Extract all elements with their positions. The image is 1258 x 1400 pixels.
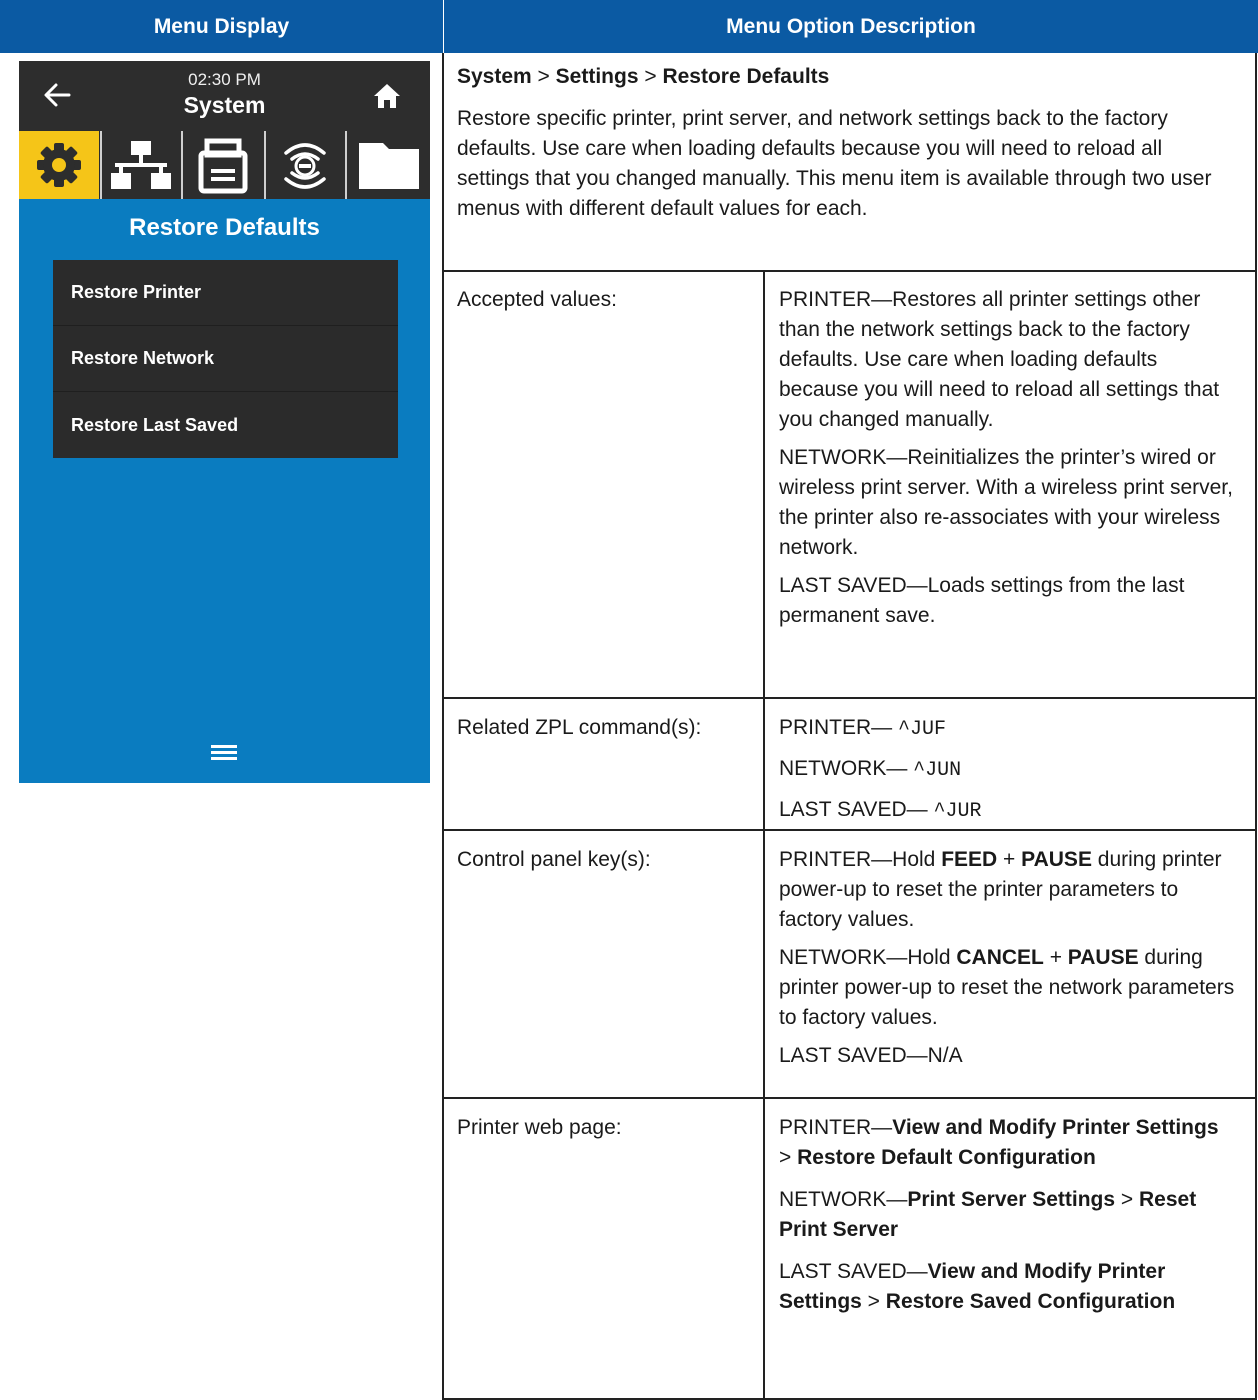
- path-separator: >: [779, 1146, 798, 1169]
- row-divider: [443, 270, 1257, 272]
- zpl-last-saved-label: LAST SAVED—: [779, 798, 934, 821]
- web-view-modify-printer-settings: View and Modify Printer Settings: [892, 1116, 1219, 1139]
- menu-item-restore-last-saved[interactable]: Restore Last Saved: [53, 392, 398, 458]
- display-title: System: [183, 92, 266, 118]
- control-panel-keys-cell: PRINTER—Hold FEED + PAUSE during printer…: [779, 845, 1241, 1071]
- network-icon: [111, 141, 171, 189]
- key-pause: PAUSE: [1021, 848, 1092, 871]
- keys-network-text: NETWORK—Hold: [779, 946, 957, 969]
- path-separator: >: [861, 1290, 886, 1313]
- keys-printer: PRINTER—Hold FEED + PAUSE during printer…: [779, 845, 1241, 935]
- path-separator: >: [638, 65, 663, 88]
- printer-web-page-cell: PRINTER—View and Modify Printer Settings…: [779, 1113, 1219, 1317]
- column-divider: [442, 53, 444, 1400]
- accepted-last-saved: LAST SAVED—Loads settings from the last …: [779, 574, 1185, 627]
- display-time: 02:30 PM: [188, 70, 261, 89]
- related-zpl-cell: PRINTER— ^JUF NETWORK— ^JUN LAST SAVED— …: [779, 713, 1241, 827]
- row-divider: [443, 829, 1257, 831]
- zpl-last-saved: LAST SAVED— ^JUR: [779, 795, 1241, 827]
- menu-path: System > Settings > Restore Defaults: [457, 62, 1247, 92]
- inner-column-divider: [763, 270, 765, 1400]
- category-icon-bar: [19, 131, 430, 199]
- path-system: System: [457, 65, 532, 88]
- accepted-printer: PRINTER—Restores all printer settings ot…: [779, 288, 1220, 431]
- keys-printer-text: PRINTER—Hold: [779, 848, 942, 871]
- control-panel-keys-label: Control panel key(s):: [457, 848, 651, 871]
- accepted-values-label: Accepted values:: [457, 288, 617, 311]
- menu-option-description-header: Menu Option Description: [444, 0, 1258, 53]
- web-last-saved: LAST SAVED—View and Modify Printer Setti…: [779, 1257, 1219, 1317]
- menu-item-restore-network[interactable]: Restore Network: [53, 326, 398, 392]
- display-top-bar: 02:30 PM System: [19, 61, 430, 131]
- zpl-network-command: ^JUN: [913, 759, 962, 782]
- home-icon[interactable]: [371, 80, 403, 112]
- path-separator: >: [1115, 1188, 1139, 1211]
- row-divider: [443, 697, 1257, 699]
- tab-settings[interactable]: [19, 131, 99, 199]
- key-pause: PAUSE: [1067, 946, 1139, 969]
- zpl-last-saved-command: ^JUR: [933, 800, 982, 823]
- key-feed: FEED: [941, 848, 998, 871]
- printer-icon: [198, 138, 248, 194]
- right-border: [1255, 53, 1257, 1400]
- web-network-prefix: NETWORK—: [779, 1188, 908, 1211]
- menu-item-restore-printer[interactable]: Restore Printer: [53, 260, 398, 326]
- web-printer: PRINTER—View and Modify Printer Settings…: [779, 1113, 1219, 1173]
- tab-network[interactable]: [102, 131, 180, 199]
- path-settings: Settings: [555, 65, 639, 88]
- tab-print[interactable]: [183, 131, 263, 199]
- zpl-printer: PRINTER— ^JUF: [779, 713, 1241, 745]
- keys-network: NETWORK—Hold CANCEL + PAUSE during print…: [779, 943, 1241, 1033]
- web-printer-prefix: PRINTER—: [779, 1116, 893, 1139]
- accepted-network: NETWORK—Reinitializes the printer’s wire…: [779, 446, 1233, 559]
- gear-icon: [37, 143, 81, 187]
- folder-icon: [359, 143, 419, 189]
- document-page: Menu Display Menu Option Description 02:…: [0, 0, 1258, 1400]
- wireless-icon: [284, 143, 326, 189]
- plus-sign: +: [997, 848, 1022, 871]
- web-network: NETWORK—Print Server Settings > Reset Pr…: [779, 1185, 1219, 1245]
- tab-storage[interactable]: [347, 131, 430, 199]
- web-restore-default-configuration: Restore Default Configuration: [797, 1146, 1096, 1169]
- keys-last-saved: LAST SAVED—N/A: [779, 1044, 963, 1067]
- zpl-network-label: NETWORK—: [779, 757, 914, 780]
- web-last-saved-prefix: LAST SAVED—: [779, 1260, 928, 1283]
- path-restore-defaults: Restore Defaults: [662, 65, 830, 88]
- web-restore-saved-configuration: Restore Saved Configuration: [885, 1290, 1176, 1313]
- intro-paragraph: Restore specific printer, print server, …: [457, 107, 1212, 220]
- zpl-printer-label: PRINTER—: [779, 716, 899, 739]
- screen-title: Restore Defaults: [129, 214, 320, 241]
- menu-display-header: Menu Display: [0, 0, 443, 53]
- printer-web-page-label: Printer web page:: [457, 1116, 622, 1139]
- zpl-network: NETWORK— ^JUN: [779, 754, 1241, 786]
- plus-sign: +: [1043, 946, 1068, 969]
- printer-display-screen: 02:30 PM System Restore Defaults Restore…: [19, 61, 430, 783]
- row-divider: [443, 1097, 1257, 1099]
- accepted-values-cell: PRINTER—Restores all printer settings ot…: [779, 285, 1241, 631]
- zpl-printer-command: ^JUF: [898, 718, 947, 741]
- key-cancel: CANCEL: [956, 946, 1044, 969]
- hamburger-menu-icon[interactable]: [211, 742, 237, 762]
- restore-menu-list: Restore Printer Restore Network Restore …: [53, 260, 398, 458]
- tab-wireless[interactable]: [266, 131, 344, 199]
- related-zpl-label: Related ZPL command(s):: [457, 716, 702, 739]
- path-separator: >: [531, 65, 556, 88]
- web-print-server-settings: Print Server Settings: [907, 1188, 1116, 1211]
